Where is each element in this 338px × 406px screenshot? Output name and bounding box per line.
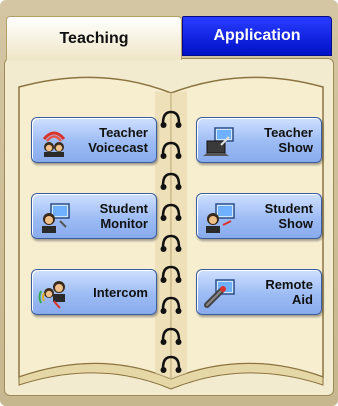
student-monitor-button[interactable]: Student Monitor [31, 193, 157, 239]
binding-ring [160, 327, 182, 345]
student-monitor-icon [42, 203, 70, 233]
remote-aid-button[interactable]: Remote Aid [196, 269, 322, 315]
student-show-icon [206, 203, 235, 233]
remote-aid-icon [204, 279, 235, 308]
tab-application[interactable]: Application [182, 16, 332, 56]
teacher-voicecast-icon [42, 131, 66, 157]
teacher-show-button[interactable]: Teacher Show [196, 117, 322, 163]
student-monitor-label: Student Monitor [99, 201, 148, 231]
tab-bar: Teaching Application [6, 16, 332, 60]
remote-aid-label: Remote Aid [265, 277, 313, 307]
student-show-label: Student Show [264, 201, 313, 231]
teacher-show-icon [203, 127, 234, 156]
binding-ring [160, 234, 182, 252]
content-panel: Teacher Voicecast Teacher Show Student M… [4, 58, 334, 396]
binding-ring [160, 355, 182, 373]
intercom-icon [38, 281, 65, 309]
tab-teaching[interactable]: Teaching [6, 16, 182, 60]
binding-ring [160, 296, 182, 314]
teacher-voicecast-label: Teacher Voicecast [88, 125, 148, 155]
teacher-voicecast-button[interactable]: Teacher Voicecast [31, 117, 157, 163]
intercom-button[interactable]: Intercom [31, 269, 157, 315]
binding-ring [160, 141, 182, 159]
teacher-show-label: Teacher Show [264, 125, 313, 155]
intercom-label: Intercom [93, 284, 148, 300]
binding-ring [160, 172, 182, 190]
binding-ring [160, 203, 182, 221]
student-show-button[interactable]: Student Show [196, 193, 322, 239]
binding-ring [160, 110, 182, 128]
binding-ring [160, 265, 182, 283]
